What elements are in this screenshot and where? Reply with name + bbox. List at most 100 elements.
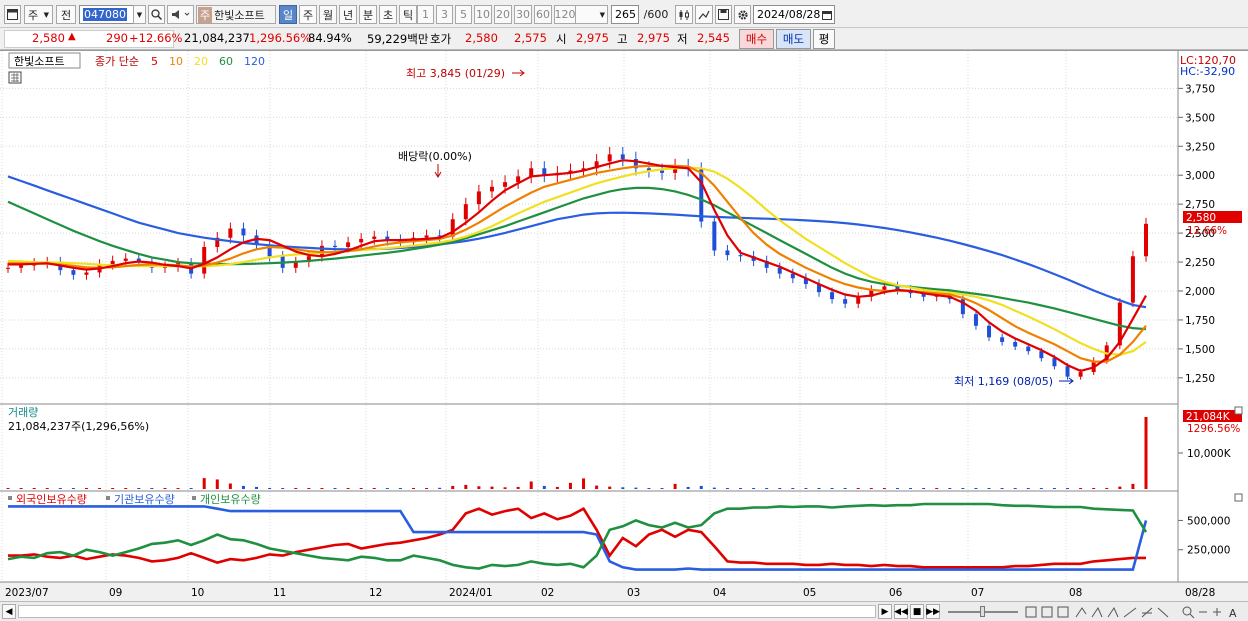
fibo-icon[interactable]: [1141, 607, 1153, 618]
date-input[interactable]: 2024/08/28: [753, 5, 835, 24]
holdings-pane-close-icon[interactable]: [1234, 493, 1243, 502]
pen-icon[interactable]: [1157, 607, 1169, 618]
period-tab[interactable]: 초: [379, 5, 397, 24]
ma5-line: [8, 159, 1147, 373]
period-tab[interactable]: 년: [339, 5, 357, 24]
interval-button[interactable]: 120: [554, 5, 576, 24]
holdings-tick-label: 500,000: [1187, 515, 1230, 527]
candle-chart-icon[interactable]: [675, 5, 693, 24]
count-input[interactable]: 265: [611, 5, 639, 24]
volume-bar: [137, 488, 141, 489]
interval-button[interactable]: 3: [436, 5, 453, 24]
period-tab[interactable]: 틱: [399, 5, 417, 24]
scroll-left-icon[interactable]: ◀: [2, 604, 16, 619]
candle-body: [529, 168, 534, 177]
window-icon[interactable]: [4, 5, 21, 24]
price-pane[interactable]: 한빛소프트 종가 단순 5 10 20 60 120 1,250 1,500 1,750 2,…: [6, 52, 1242, 388]
volume-bar: [1105, 487, 1109, 489]
market-select[interactable]: 주 ▼: [24, 5, 53, 24]
zoom-slider-handle[interactable]: [980, 606, 985, 617]
candle-body: [503, 182, 508, 187]
candle-body: [1026, 346, 1031, 352]
channel-tool-icon[interactable]: [1107, 606, 1119, 618]
zoom-in-icon[interactable]: [1213, 608, 1221, 616]
window-icon-glyph: [7, 9, 18, 20]
rewind-icon[interactable]: ◀◀: [894, 604, 908, 619]
buy-button[interactable]: 매수: [739, 29, 774, 49]
trendline-icon[interactable]: [1123, 607, 1137, 618]
candle-body: [1000, 337, 1005, 342]
candle-body: [987, 325, 992, 338]
low-annotation: 최저 1,169 (08/05): [954, 375, 1053, 388]
period-tab[interactable]: 월: [319, 5, 337, 24]
volume-bar: [752, 488, 756, 489]
candle-body: [738, 255, 743, 257]
interval-button[interactable]: 5: [455, 5, 472, 24]
high-price: 2,975: [637, 31, 670, 45]
chart-scrollbar[interactable]: ◀ ▶ ◀◀ ■ ▶▶ A: [0, 601, 1248, 621]
volume-bar: [948, 488, 952, 489]
candle-body: [843, 299, 848, 304]
volume-bar: [895, 488, 899, 489]
period-tab[interactable]: 일: [279, 5, 297, 24]
candle-body: [620, 154, 625, 159]
stock-name[interactable]: 주 한빛소프트: [196, 5, 276, 24]
fast-forward-icon[interactable]: ▶▶: [926, 604, 940, 619]
interval-button[interactable]: 60: [534, 5, 552, 24]
holdings-series-line: [8, 505, 1148, 571]
period-tab[interactable]: 주: [299, 5, 317, 24]
period-tab[interactable]: 분: [359, 5, 377, 24]
ma-legend: 5 10 20 60 120: [151, 55, 265, 68]
volume-bar: [712, 487, 716, 489]
date-value: 2024/08/28: [757, 8, 821, 21]
open-label: 시: [556, 32, 567, 46]
price-tick-label: 2,750: [1185, 199, 1215, 211]
interval-button[interactable]: 1: [417, 5, 434, 24]
sell-button[interactable]: 매도: [776, 29, 811, 49]
price-tick-label: 1,750: [1185, 315, 1215, 327]
font-size-icon[interactable]: A: [1229, 607, 1237, 620]
stock-code-value: 047080: [83, 8, 127, 21]
calendar-icon[interactable]: [822, 10, 832, 20]
prev-button[interactable]: 전: [56, 5, 76, 24]
compare-icon[interactable]: [1057, 606, 1069, 618]
x-axis-label: 03: [627, 587, 640, 599]
chart-area[interactable]: 한빛소프트 종가 단순 5 10 20 60 120 1,250 1,500 1,750 2,…: [0, 50, 1248, 602]
angle-tool-icon[interactable]: [1091, 606, 1103, 618]
chevron-down-icon[interactable]: ▼: [133, 5, 146, 24]
speaker-icon-glyph: [171, 10, 189, 19]
speaker-icon[interactable]: [167, 5, 194, 24]
open-price: 2,975: [576, 31, 609, 45]
even-button[interactable]: 평: [813, 29, 835, 49]
volume-pane[interactable]: 거래량 21,084,237주(1,296,56%) 21,084K 1296.…: [0, 403, 1243, 489]
interval-button[interactable]: 30: [514, 5, 532, 24]
copy-icon[interactable]: [1041, 606, 1053, 618]
holdings-axis: 500,000 250,000: [1178, 515, 1230, 557]
candle-body: [476, 191, 481, 205]
interval-button[interactable]: 20: [494, 5, 512, 24]
chart-canvas[interactable]: 한빛소프트 종가 단순 5 10 20 60 120 1,250 1,500 1,750 2,…: [0, 51, 1248, 602]
interval-dropdown[interactable]: ▼: [571, 5, 608, 24]
gear-icon[interactable]: [734, 5, 751, 24]
volume-bar: [98, 488, 102, 489]
volume-bar: [987, 488, 991, 489]
volume-value: 21,084,237: [184, 31, 250, 45]
search-icon[interactable]: [148, 5, 165, 24]
zoom-icon[interactable]: [1182, 606, 1192, 616]
trend-tool-icon[interactable]: [695, 5, 713, 24]
scroll-right-icon[interactable]: ▶: [878, 604, 892, 619]
scroll-track[interactable]: [18, 605, 876, 618]
interval-button[interactable]: 10: [474, 5, 492, 24]
volume-bar: [346, 488, 350, 489]
volume-bar: [150, 488, 154, 489]
line-tool-icon[interactable]: [1075, 607, 1087, 618]
holdings-pane[interactable]: 외국인보유수량 기관보유수량 개인보유수량 500,000 250,000: [0, 490, 1243, 571]
change-value: 290: [106, 31, 128, 45]
layout-icon[interactable]: [1025, 606, 1037, 618]
save-icon[interactable]: [715, 5, 732, 24]
chart-tools-strip[interactable]: A: [1024, 605, 1248, 620]
volume-marker-label: 21,084K: [1186, 411, 1231, 423]
stop-icon[interactable]: ■: [910, 604, 924, 619]
x-axis-label: 05: [803, 587, 816, 599]
volume-pane-close-icon[interactable]: [1234, 406, 1243, 415]
